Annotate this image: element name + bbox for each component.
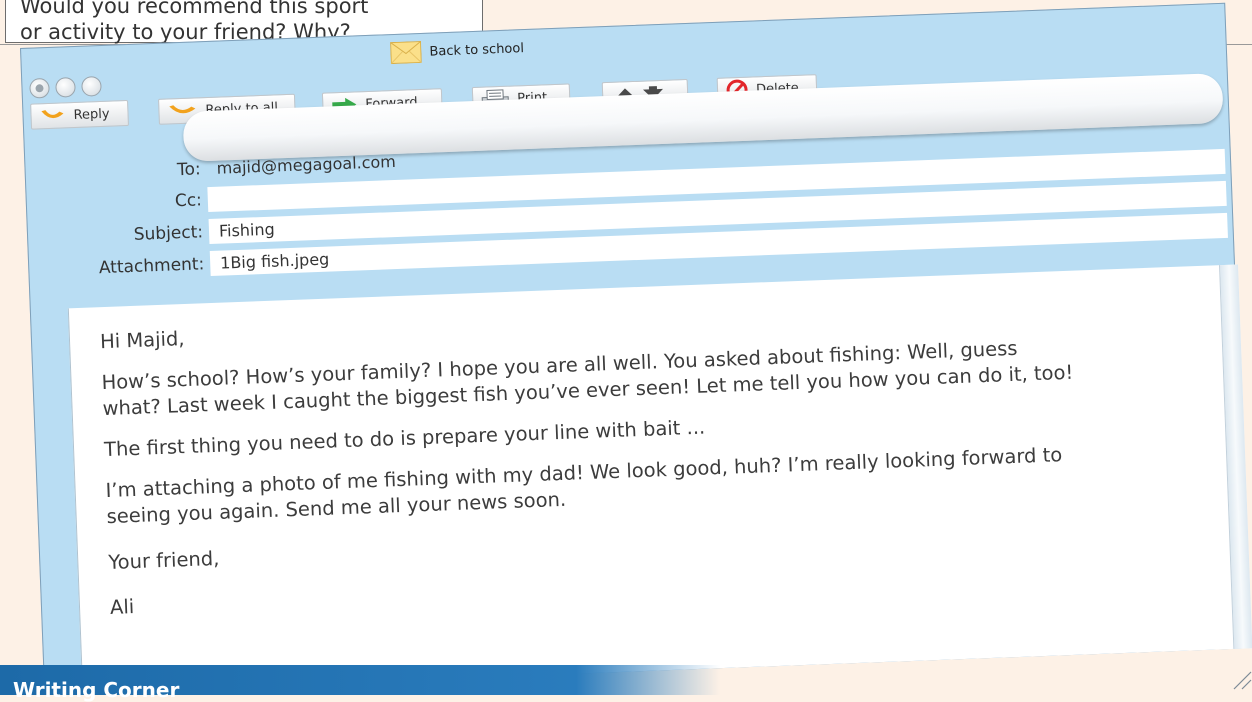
to-label: To:: [177, 159, 201, 180]
email-window: Back to school Reply Reply to all Forwar…: [20, 3, 1249, 694]
reply-label: Reply: [73, 106, 110, 122]
question-line-1: Would you recommend this sport: [20, 0, 468, 19]
window-controls: [29, 76, 102, 99]
writing-corner-title: Writing Corner: [13, 678, 179, 702]
title-center: Back to school: [390, 37, 524, 64]
attachment-label: Attachment:: [99, 254, 205, 278]
close-window-button[interactable]: [29, 78, 50, 99]
reply-button[interactable]: Reply: [30, 100, 129, 130]
maximize-window-button[interactable]: [81, 76, 102, 97]
reply-arrow-icon: [39, 107, 66, 124]
message-body[interactable]: Hi Majid, How’s school? How’s your famil…: [68, 264, 1252, 692]
subject-label: Subject:: [133, 222, 203, 245]
envelope-icon: [390, 41, 422, 64]
window-title: Back to school: [429, 41, 524, 60]
cc-label: Cc:: [175, 190, 203, 211]
minimize-window-button[interactable]: [55, 77, 76, 98]
resize-grip-icon[interactable]: [1230, 668, 1252, 690]
vertical-scrollbar[interactable]: [1219, 264, 1252, 648]
